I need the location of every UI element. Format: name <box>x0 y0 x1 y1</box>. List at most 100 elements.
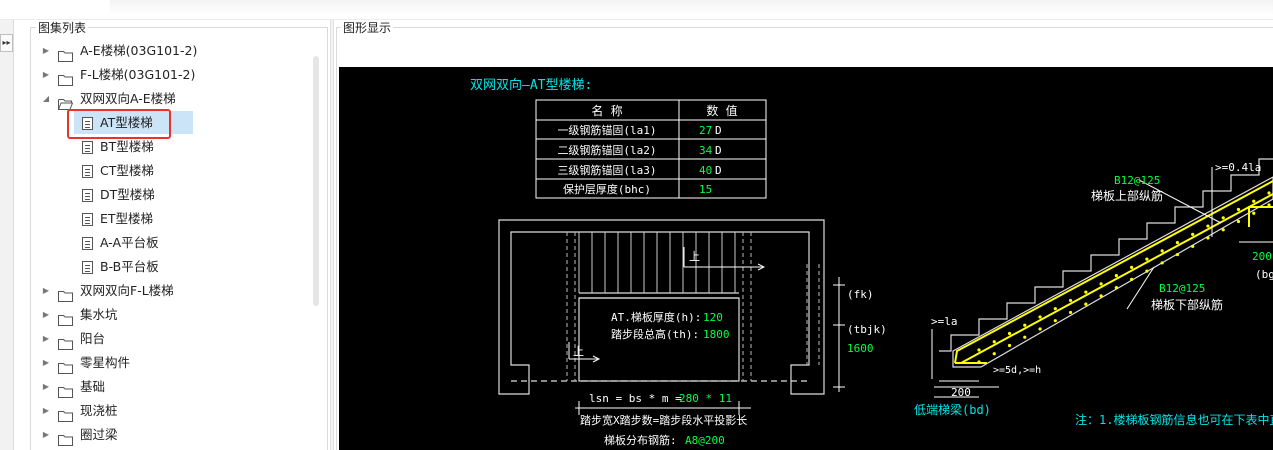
folder-icon <box>58 358 73 374</box>
rebar-dot <box>977 348 981 352</box>
plan-right-dimensions <box>833 277 845 392</box>
tree-item-label: AT型楼梯 <box>100 115 153 130</box>
bottom-rebar-value: B12@125 <box>1159 282 1205 295</box>
rebar-dot <box>1114 286 1118 290</box>
table-row-value: 40 <box>699 164 712 177</box>
tree-doc-item[interactable]: BT型楼梯 <box>36 135 318 159</box>
tree-folder-item[interactable]: ▶ 零星构件 <box>36 351 318 375</box>
dim-200-right: 200 <box>1252 250 1272 263</box>
rebar-dot <box>1160 249 1164 253</box>
expanded-arrow-icon[interactable]: ◢ <box>41 87 51 111</box>
table-header-value: 数 值 <box>706 103 737 118</box>
rebar-dot <box>1221 216 1225 220</box>
tree-scrollbar[interactable] <box>313 56 319 306</box>
tree-item-label: F-L楼梯(03G101-2) <box>80 67 196 82</box>
folder-icon <box>58 382 73 398</box>
lsn-value: 280 * 11 <box>679 392 732 405</box>
rebar-dot <box>1175 252 1180 257</box>
panel-splitter[interactable] <box>330 20 334 450</box>
collapse-panel-button[interactable]: ▸▸ <box>0 34 13 52</box>
tbjk-label: (tbjk) <box>847 323 887 336</box>
dim-5d: >=5d,>=h <box>993 365 1041 376</box>
table-row-name: 二级钢筋锚固(la2) <box>557 143 656 157</box>
rebar-dot <box>1114 274 1118 278</box>
rebar-dot <box>1160 261 1164 265</box>
collapsed-arrow-icon[interactable]: ▶ <box>41 39 51 63</box>
rebar-dot <box>1236 207 1241 212</box>
tree-folder-item[interactable]: ▶ 阳台 <box>36 327 318 351</box>
tree-folder-item[interactable]: ▶ A-E楼梯(03G101-2) <box>36 39 318 63</box>
table-header-name: 名 称 <box>591 103 622 118</box>
tree-folder-item[interactable]: ▶ F-L楼梯(03G101-2) <box>36 63 318 87</box>
collapsed-arrow-icon[interactable]: ▶ <box>41 399 51 423</box>
document-icon <box>82 261 93 274</box>
collapsed-arrow-icon[interactable]: ▶ <box>41 351 51 375</box>
folder-icon <box>58 430 73 446</box>
table-row-value: 15 <box>699 183 712 196</box>
rebar-dot <box>1130 265 1134 269</box>
table-row-name: 三级钢筋锚固(la3) <box>557 163 656 177</box>
thickness-label: AT.梯板厚度(h): <box>611 310 701 324</box>
rebar-dot <box>1221 228 1225 232</box>
top-toolbar-strip <box>0 0 1273 20</box>
tree-folder-item[interactable]: ▶ 现浇桩 <box>36 399 318 423</box>
rebar-dot <box>1068 310 1073 315</box>
document-icon <box>82 237 93 250</box>
up-label: 上 <box>573 345 584 358</box>
collapsed-arrow-icon[interactable]: ▶ <box>41 63 51 87</box>
rebar-dots <box>977 191 1271 364</box>
thickness-value: 120 <box>703 311 723 324</box>
rebar-dot <box>1206 224 1210 228</box>
tree-item-label: 零星构件 <box>80 355 131 370</box>
rebar-dot <box>1206 236 1210 240</box>
drawing-note: 注：1.楼梯板钢筋信息也可在下表中直 <box>1075 412 1273 427</box>
collapsed-arrow-icon[interactable]: ▶ <box>41 423 51 447</box>
tree-folder-item[interactable]: ▶ 双网双向F-L楼梯 <box>36 279 318 303</box>
cad-canvas[interactable]: text { font-family: "DejaVu Sans Mono", … <box>339 67 1273 450</box>
tree-folder-item[interactable]: ▶ 基础 <box>36 375 318 399</box>
tree-item-label: BT型楼梯 <box>100 139 154 154</box>
tree-doc-item[interactable]: AT型楼梯 <box>36 111 318 135</box>
tree-item-label: A-A平台板 <box>100 235 159 250</box>
collapsed-arrow-icon[interactable]: ▶ <box>41 375 51 399</box>
collapsed-arrow-icon[interactable]: ▶ <box>41 279 51 303</box>
step-note: 踏步宽X踏步数=踏步段水平投影长 <box>580 413 747 427</box>
tree-doc-item[interactable]: ET型楼梯 <box>36 207 318 231</box>
top-rebar-value: B12@125 <box>1114 174 1160 187</box>
tree-folder-item[interactable]: ▶ 集水坑 <box>36 303 318 327</box>
rebar-dot <box>1099 282 1103 286</box>
table-row-unit: D <box>715 164 722 177</box>
distribution-rebar-value: A8@200 <box>685 434 725 447</box>
document-icon <box>82 189 93 202</box>
tree-item-label: A-E楼梯(03G101-2) <box>80 43 198 58</box>
tree-item-label: 圈过梁 <box>80 427 118 442</box>
tree-item-label: DT型楼梯 <box>100 187 155 202</box>
tree-folder-item[interactable]: ◢ 双网双向A-E楼梯 <box>36 87 318 111</box>
rebar-dot <box>1007 331 1012 336</box>
document-icon <box>82 213 93 226</box>
tree-item-label: 双网双向F-L楼梯 <box>80 283 174 298</box>
table-row-value: 27 <box>699 124 712 137</box>
app-window: ▸▸ 图集列表 ▶ A-E楼梯(03G101-2) ▶ F-L楼梯(03G101-2)… <box>0 0 1273 450</box>
rebar-dot <box>1130 277 1134 281</box>
folder-icon <box>58 334 73 350</box>
rebar-dot <box>992 352 996 356</box>
top-rebar-label: 梯板上部纵筋 <box>1091 188 1163 203</box>
rebar-dot <box>1191 232 1195 236</box>
tree-folder-item[interactable]: ▶ 圈过梁 <box>36 423 318 447</box>
tree-doc-item[interactable]: B-B平台板 <box>36 255 318 279</box>
collapsed-arrow-icon[interactable]: ▶ <box>41 303 51 327</box>
rebar-dot <box>1236 219 1241 224</box>
tree-doc-item[interactable]: DT型楼梯 <box>36 183 318 207</box>
bottom-rebar-label: 梯板下部纵筋 <box>1151 297 1223 312</box>
tree-doc-item[interactable]: CT型楼梯 <box>36 159 318 183</box>
rebar-dot <box>1252 199 1256 203</box>
tree-item-label: B-B平台板 <box>100 259 159 274</box>
atlas-tree: ▶ A-E楼梯(03G101-2) ▶ F-L楼梯(03G101-2) ◢ 双网双向A-E… <box>36 39 318 450</box>
tree-doc-item[interactable]: A-A平台板 <box>36 231 318 255</box>
rebar-dot <box>1068 298 1073 303</box>
document-icon <box>82 117 93 130</box>
table-row-unit: D <box>715 144 722 157</box>
collapsed-arrow-icon[interactable]: ▶ <box>41 327 51 351</box>
la-top-dimension: >=0.4la <box>1215 161 1261 174</box>
